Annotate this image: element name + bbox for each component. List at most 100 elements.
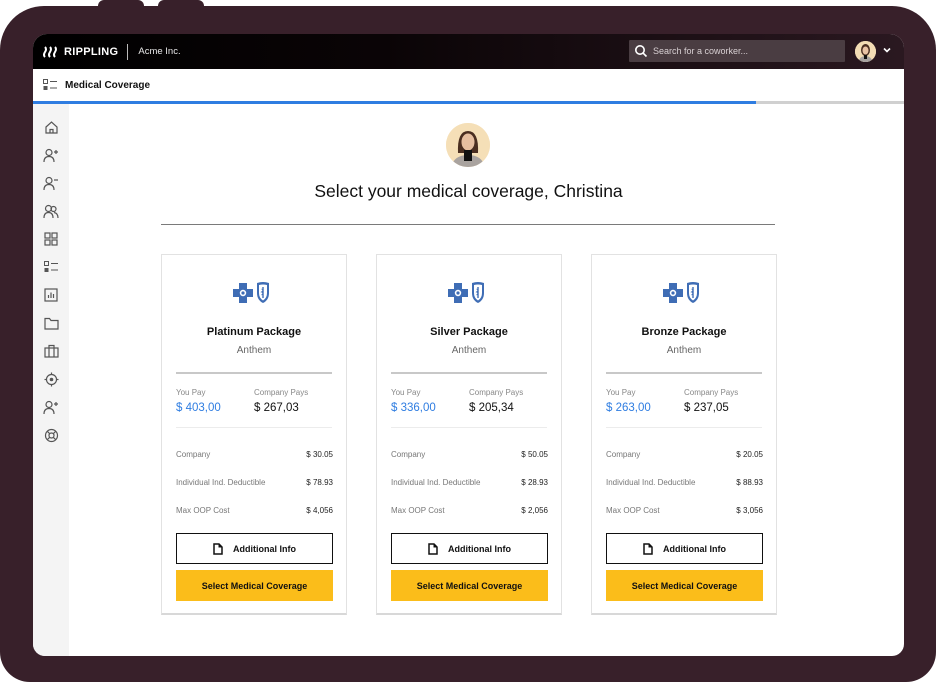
document-icon (213, 542, 223, 555)
company-pays-amount: $ 237,05 (684, 402, 729, 414)
plan-detail-value: $ 78.93 (306, 478, 333, 487)
carrier-name: Anthem (666, 345, 702, 356)
document-icon (643, 542, 653, 555)
plan-detail-value: $ 88.93 (736, 478, 763, 487)
people-icon (43, 204, 59, 218)
plan-detail-value: $ 50.05 (521, 450, 548, 459)
plan-detail-value: $ 3,056 (736, 506, 763, 515)
page-header: Medical Coverage (33, 69, 904, 101)
rippling-logo[interactable]: RIPPLING (43, 46, 118, 58)
plan-detail-value: $ 30.05 (306, 450, 333, 459)
select-medical-coverage-button[interactable]: Select Medical Coverage (176, 570, 333, 601)
brand-name: RIPPLING (64, 45, 119, 58)
user-photo-icon (855, 41, 876, 62)
sidebar-item-home[interactable] (43, 119, 59, 135)
document-icon (428, 542, 438, 555)
page-title: Medical Coverage (65, 79, 151, 91)
plan-detail-row: Company $ 30.05 (176, 450, 333, 459)
company-pays-label: Company Pays (469, 388, 524, 397)
plan-detail-value: $ 2,056 (521, 506, 548, 515)
invite-person-icon (43, 400, 58, 414)
sidebar-item-apps[interactable] (43, 231, 59, 247)
search-input[interactable] (653, 46, 833, 56)
plan-detail-label: Individual Ind. Deductible (176, 478, 266, 487)
select-medical-coverage-button[interactable]: Select Medical Coverage (391, 570, 548, 601)
plan-detail-value: $ 20.05 (736, 450, 763, 459)
home-icon (44, 120, 58, 134)
user-avatar[interactable] (855, 41, 876, 62)
company-pays-label: Company Pays (684, 388, 739, 397)
sidebar-item-invite[interactable] (43, 399, 59, 415)
headline-divider (161, 224, 775, 225)
reports-icon (44, 288, 58, 302)
app-screen: RIPPLING Acme Inc. Search for a coworker… (33, 34, 904, 656)
plan-detail-value: $ 4,056 (306, 506, 333, 515)
plan-detail-row: Individual Ind. Deductible $ 78.93 (176, 478, 333, 487)
plan-detail-label: Max OOP Cost (391, 506, 445, 515)
plan-card-platinum-package: Platinum Package Anthem You Pay Company … (161, 254, 347, 615)
top-nav-bar: RIPPLING Acme Inc. (33, 34, 904, 69)
carrier-name: Anthem (236, 345, 272, 356)
plan-detail-label: Company (391, 450, 426, 459)
employee-photo-icon (446, 123, 490, 167)
plan-detail-label: Max OOP Cost (176, 506, 230, 515)
plan-name: Platinum Package (206, 326, 302, 338)
coworker-search[interactable] (629, 40, 845, 62)
plan-detail-label: Company (606, 450, 641, 459)
additional-info-button[interactable]: Additional Info (176, 533, 333, 564)
logo-divider (127, 43, 129, 60)
settings-icon (44, 372, 58, 386)
you-pay-label: You Pay (176, 388, 206, 397)
sidebar-item-offboard[interactable] (43, 175, 59, 191)
plan-name: Silver Package (430, 326, 508, 338)
sidebar-item-people[interactable] (43, 203, 59, 219)
sidebar-item-reports[interactable] (43, 287, 59, 303)
sidebar-item-documents[interactable] (43, 315, 59, 331)
company-pays-amount: $ 267,03 (254, 402, 299, 414)
select-medical-coverage-button[interactable]: Select Medical Coverage (606, 570, 763, 601)
plan-detail-row: Company $ 20.05 (606, 450, 763, 459)
main-content: Select your medical coverage, Christina … (69, 104, 904, 656)
additional-info-button[interactable]: Additional Info (391, 533, 548, 564)
search-icon (635, 45, 648, 58)
additional-info-label: Additional Info (663, 543, 726, 554)
plan-card-silver-package: Silver Package Anthem You Pay Company Pa… (376, 254, 562, 615)
remove-person-icon (43, 176, 58, 190)
sidebar-item-settings[interactable] (43, 371, 59, 387)
add-person-icon (43, 148, 58, 162)
chevron-down-icon[interactable] (882, 45, 892, 55)
plan-detail-row: Company $ 50.05 (391, 450, 548, 459)
list-icon (44, 261, 58, 272)
card-divider (391, 372, 547, 374)
page-headline: Select your medical coverage, Christina (314, 181, 623, 201)
card-divider (176, 372, 332, 374)
plan-detail-label: Max OOP Cost (606, 506, 660, 515)
apps-grid-icon (44, 232, 58, 246)
plan-card-bronze-package: Bronze Package Anthem You Pay Company Pa… (591, 254, 777, 615)
you-pay-amount: $ 336,00 (391, 402, 436, 414)
card-divider-light (176, 427, 332, 428)
sidebar-item-list[interactable] (43, 259, 59, 275)
sidebar-item-help[interactable] (43, 427, 59, 443)
plan-detail-value: $ 28.93 (521, 478, 548, 487)
sidebar-item-benefits[interactable] (43, 343, 59, 359)
sidebar-item-hire[interactable] (43, 147, 59, 163)
plan-detail-row: Individual Ind. Deductible $ 28.93 (391, 478, 548, 487)
additional-info-button[interactable]: Additional Info (606, 533, 763, 564)
you-pay-amount: $ 263,00 (606, 402, 651, 414)
plan-detail-row: Max OOP Cost $ 4,056 (176, 506, 333, 515)
plan-detail-row: Max OOP Cost $ 2,056 (391, 506, 548, 515)
carrier-name: Anthem (451, 345, 487, 356)
plan-name: Bronze Package (641, 326, 727, 338)
folder-icon (43, 317, 59, 330)
card-divider (606, 372, 762, 374)
you-pay-label: You Pay (391, 388, 421, 397)
additional-info-label: Additional Info (448, 543, 511, 554)
employee-avatar (446, 123, 490, 167)
plan-detail-label: Individual Ind. Deductible (391, 478, 481, 487)
card-divider-light (606, 427, 762, 428)
company-name: Acme Inc. (138, 46, 181, 57)
company-pays-amount: $ 205,34 (469, 402, 514, 414)
blue-cross-blue-shield-logo-icon (448, 282, 484, 303)
briefcase-icon (43, 344, 59, 358)
